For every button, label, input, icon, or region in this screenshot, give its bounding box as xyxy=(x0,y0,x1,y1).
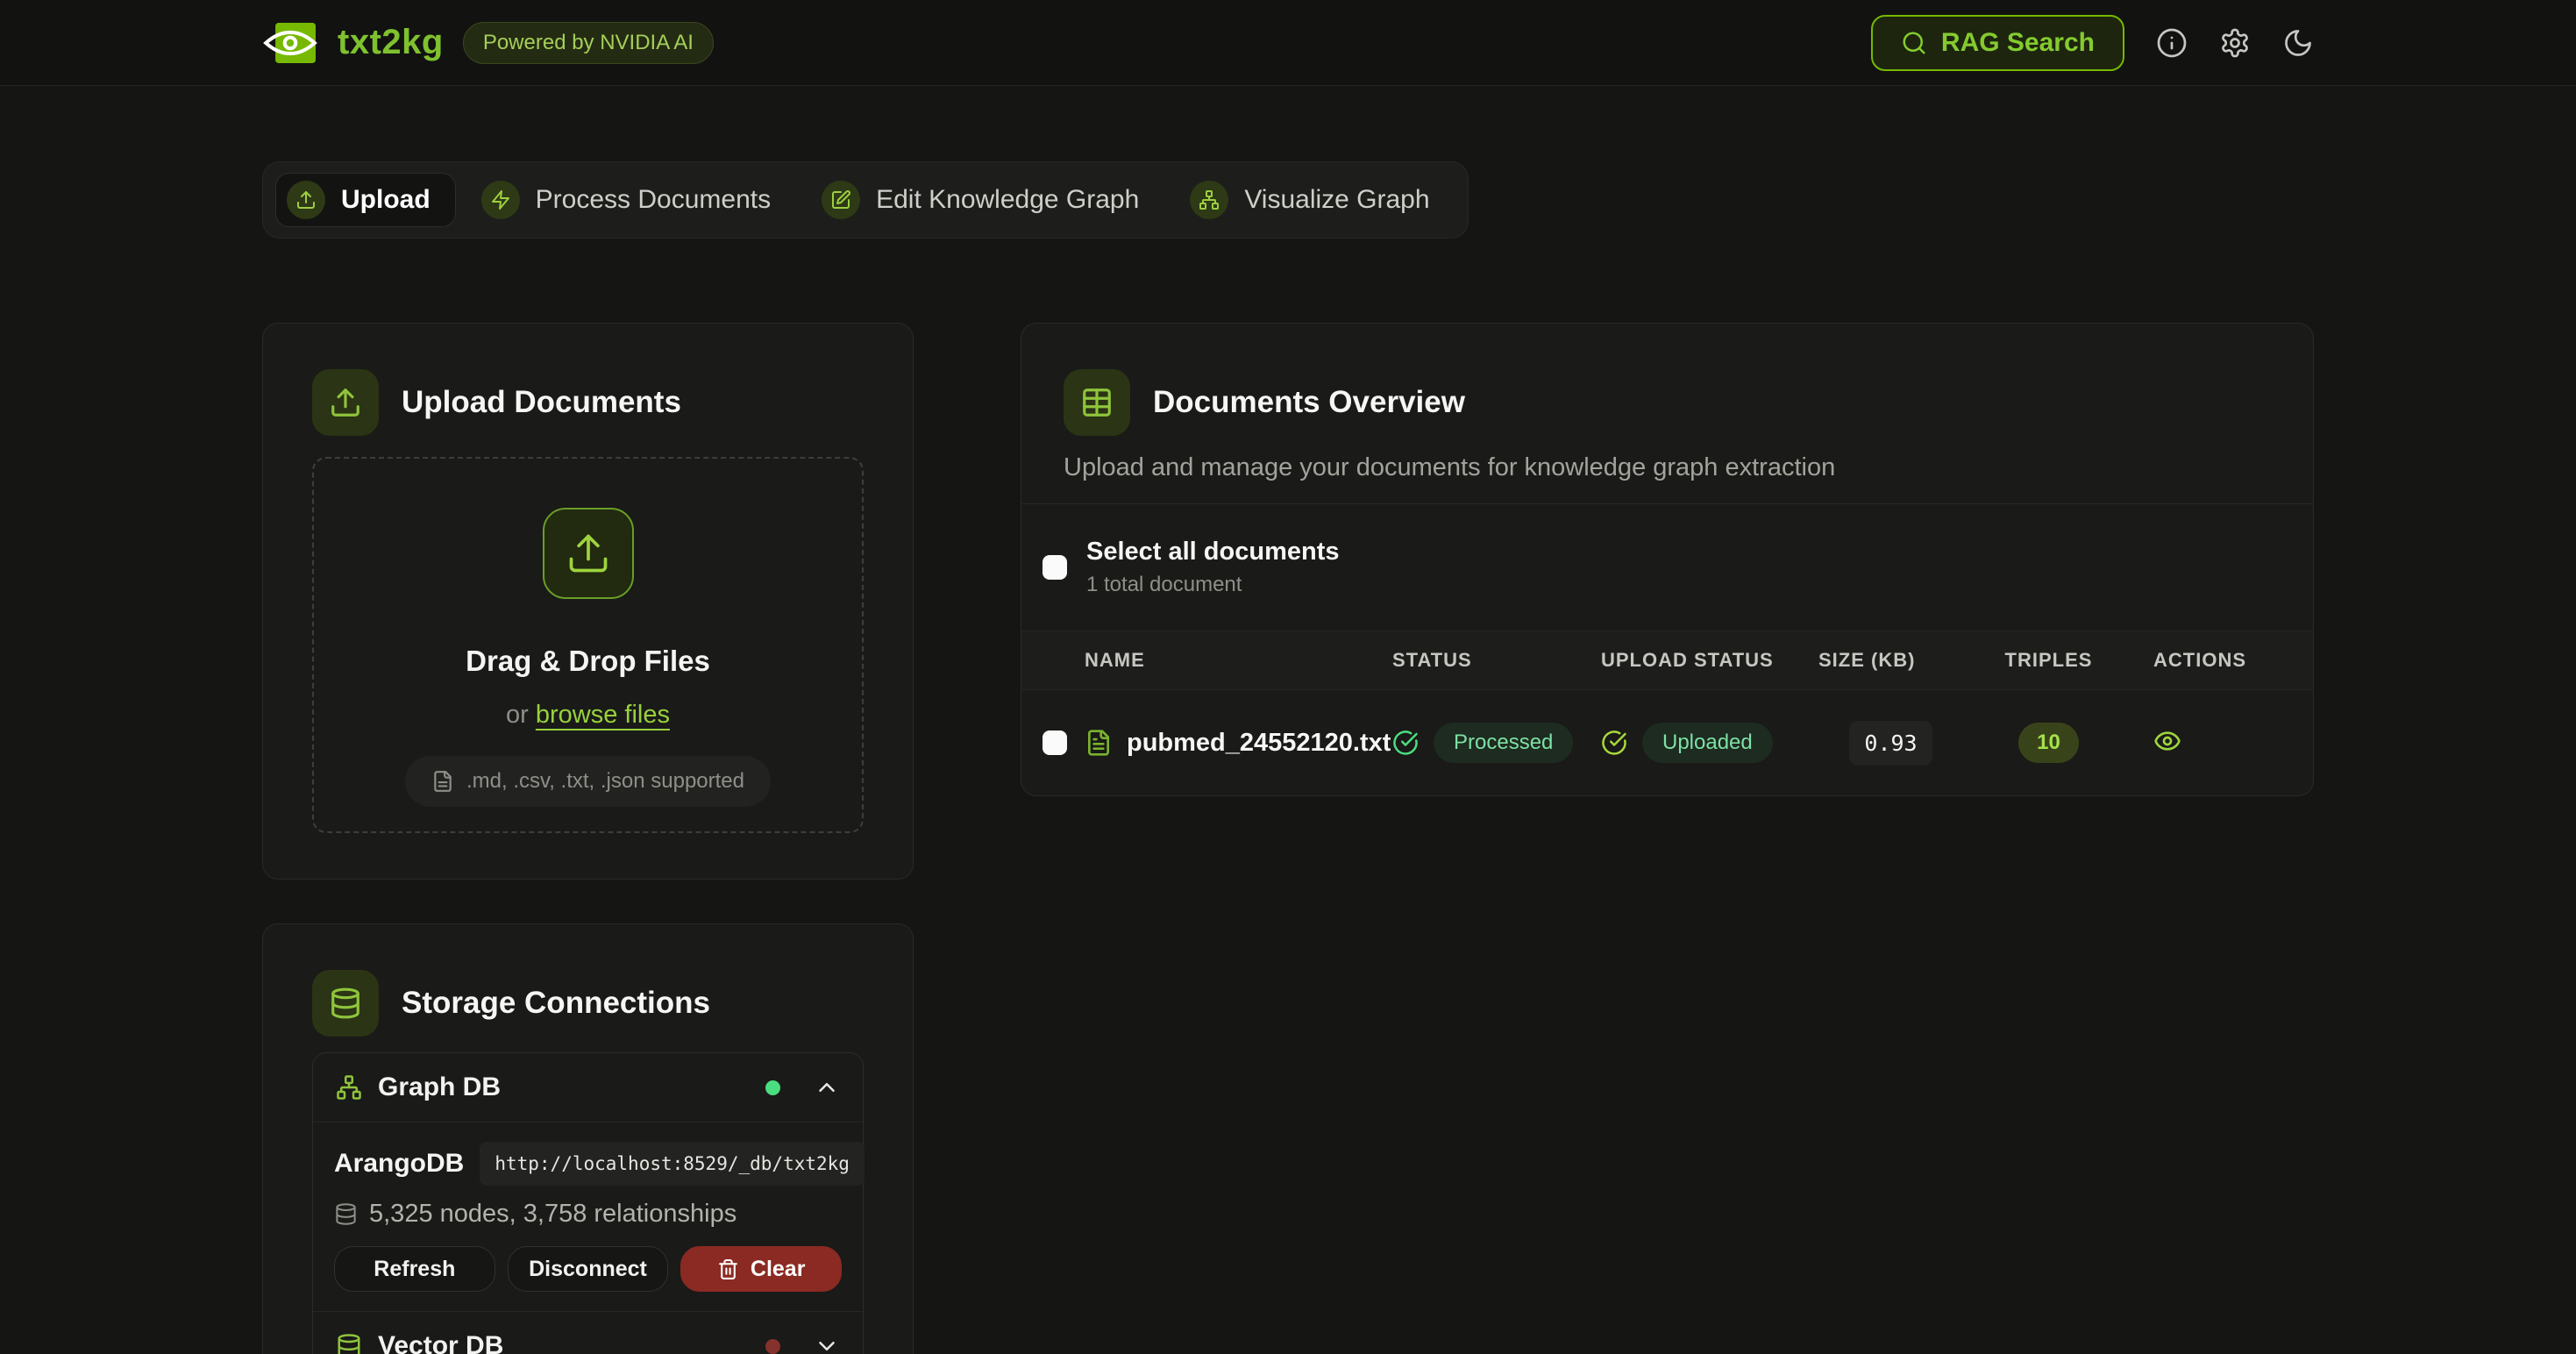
database-icon xyxy=(336,1333,362,1354)
rag-search-button[interactable]: RAG Search xyxy=(1871,15,2124,71)
navbar: txt2kg Powered by NVIDIA AI RAG Search xyxy=(0,0,2576,86)
supported-formats-pill: .md, .csv, .txt, .json supported xyxy=(405,756,771,807)
edit-icon xyxy=(822,181,860,219)
column-actions: ACTIONS xyxy=(2134,649,2292,672)
upload-documents-card: Upload Documents Drag & Drop Files or br… xyxy=(262,323,914,880)
tab-visualize-graph[interactable]: Visualize Graph xyxy=(1178,173,1455,227)
clear-label: Clear xyxy=(751,1257,806,1282)
tab-edit-knowledge-graph[interactable]: Edit Knowledge Graph xyxy=(810,173,1164,227)
column-triples: TRIPLES xyxy=(1963,649,2134,672)
rag-search-label: RAG Search xyxy=(1941,28,2095,58)
select-all-row: Select all documents 1 total document xyxy=(1021,503,2313,631)
bolt-icon xyxy=(481,181,520,219)
tab-process-documents[interactable]: Process Documents xyxy=(470,173,796,227)
tabbar: Upload Process Documents Edit Knowledge … xyxy=(262,161,1469,239)
documents-overview-card: Documents Overview Upload and manage you… xyxy=(1021,323,2314,796)
row-checkbox[interactable] xyxy=(1042,730,1067,755)
db-connection-url: http://localhost:8529/_db/txt2kg xyxy=(480,1142,865,1186)
or-text: or xyxy=(506,701,529,729)
column-upload-status: UPLOAD STATUS xyxy=(1601,649,1818,672)
tab-label: Upload xyxy=(341,185,431,215)
theme-toggle-button[interactable] xyxy=(2282,27,2314,59)
dropzone-subtitle: or browse files xyxy=(506,701,670,730)
column-status: STATUS xyxy=(1392,649,1601,672)
file-icon xyxy=(431,770,454,793)
gear-icon xyxy=(2219,27,2251,59)
file-text-icon xyxy=(1085,729,1113,757)
tab-label: Visualize Graph xyxy=(1244,185,1429,215)
status-badge: Processed xyxy=(1434,723,1573,763)
check-circle-icon xyxy=(1392,730,1419,756)
powered-by-badge: Powered by NVIDIA AI xyxy=(463,22,714,64)
table-icon xyxy=(1064,369,1130,436)
graph-network-icon xyxy=(336,1074,362,1101)
document-name: pubmed_24552120.txt xyxy=(1127,729,1391,758)
graph-db-header[interactable]: Graph DB xyxy=(313,1053,863,1122)
info-icon xyxy=(2156,27,2188,59)
browse-files-link[interactable]: browse files xyxy=(536,701,670,729)
info-button[interactable] xyxy=(2156,27,2188,59)
select-all-checkbox[interactable] xyxy=(1042,555,1067,580)
main-content: Upload Process Documents Edit Knowledge … xyxy=(262,86,2314,1354)
vector-db-label: Vector DB xyxy=(378,1331,750,1354)
chevron-up-icon xyxy=(814,1074,840,1101)
chevron-down-icon xyxy=(814,1333,840,1354)
documents-card-title: Documents Overview xyxy=(1153,385,1465,420)
column-name: NAME xyxy=(1085,649,1392,672)
db-stats-label: 5,325 nodes, 3,758 relationships xyxy=(369,1200,737,1229)
trash-icon xyxy=(717,1258,739,1280)
upload-icon xyxy=(312,369,379,436)
total-documents-label: 1 total document xyxy=(1086,573,1340,597)
storage-card-title: Storage Connections xyxy=(402,986,710,1021)
tab-label: Edit Knowledge Graph xyxy=(876,185,1139,215)
supported-formats-label: .md, .csv, .txt, .json supported xyxy=(466,769,744,794)
disconnected-status-dot xyxy=(765,1339,780,1354)
column-size: SIZE (KB) xyxy=(1818,649,1963,672)
table-row: pubmed_24552120.txt Processed Uploaded 0… xyxy=(1021,690,2313,795)
database-icon xyxy=(312,970,379,1037)
disconnect-button[interactable]: Disconnect xyxy=(508,1246,669,1292)
documents-card-subtitle: Upload and manage your documents for kno… xyxy=(1064,453,2271,482)
refresh-button[interactable]: Refresh xyxy=(334,1246,495,1292)
db-panel: Graph DB ArangoDB http://localhost:8529/… xyxy=(312,1052,864,1354)
search-icon xyxy=(1901,30,1927,56)
upload-card-title: Upload Documents xyxy=(402,385,681,420)
brand: txt2kg Powered by NVIDIA AI xyxy=(262,18,714,68)
brand-name: txt2kg xyxy=(338,23,444,62)
graph-network-icon xyxy=(1190,181,1228,219)
storage-connections-card: Storage Connections Graph DB ArangoDB xyxy=(262,923,914,1354)
upload-status-badge: Uploaded xyxy=(1642,723,1773,763)
size-value: 0.93 xyxy=(1849,721,1932,766)
clear-button[interactable]: Clear xyxy=(680,1246,842,1292)
db-provider-name: ArangoDB xyxy=(334,1149,464,1179)
tab-upload[interactable]: Upload xyxy=(275,173,456,227)
graph-db-label: Graph DB xyxy=(378,1073,750,1102)
connected-status-dot xyxy=(765,1080,780,1095)
db-stats: 5,325 nodes, 3,758 relationships xyxy=(334,1200,842,1229)
upload-icon xyxy=(287,181,325,219)
documents-table-header: NAME STATUS UPLOAD STATUS SIZE (KB) TRIP… xyxy=(1021,631,2313,690)
settings-button[interactable] xyxy=(2219,27,2251,59)
upload-tile-icon[interactable] xyxy=(543,508,634,599)
moon-icon xyxy=(2282,27,2314,59)
select-all-label: Select all documents xyxy=(1086,538,1340,567)
nav-actions: RAG Search xyxy=(1871,15,2314,71)
nvidia-logo-icon xyxy=(262,18,318,68)
file-dropzone[interactable]: Drag & Drop Files or browse files .md, .… xyxy=(312,457,864,833)
view-document-button[interactable] xyxy=(2153,727,2181,755)
check-circle-icon xyxy=(1601,730,1627,756)
database-icon xyxy=(334,1202,358,1226)
dropzone-title: Drag & Drop Files xyxy=(466,645,710,678)
vector-db-header[interactable]: Vector DB xyxy=(313,1311,863,1354)
graph-db-body: ArangoDB http://localhost:8529/_db/txt2k… xyxy=(313,1122,863,1311)
tab-label: Process Documents xyxy=(536,185,771,215)
eye-icon xyxy=(2153,727,2181,755)
triples-count-badge: 10 xyxy=(2018,723,2079,763)
